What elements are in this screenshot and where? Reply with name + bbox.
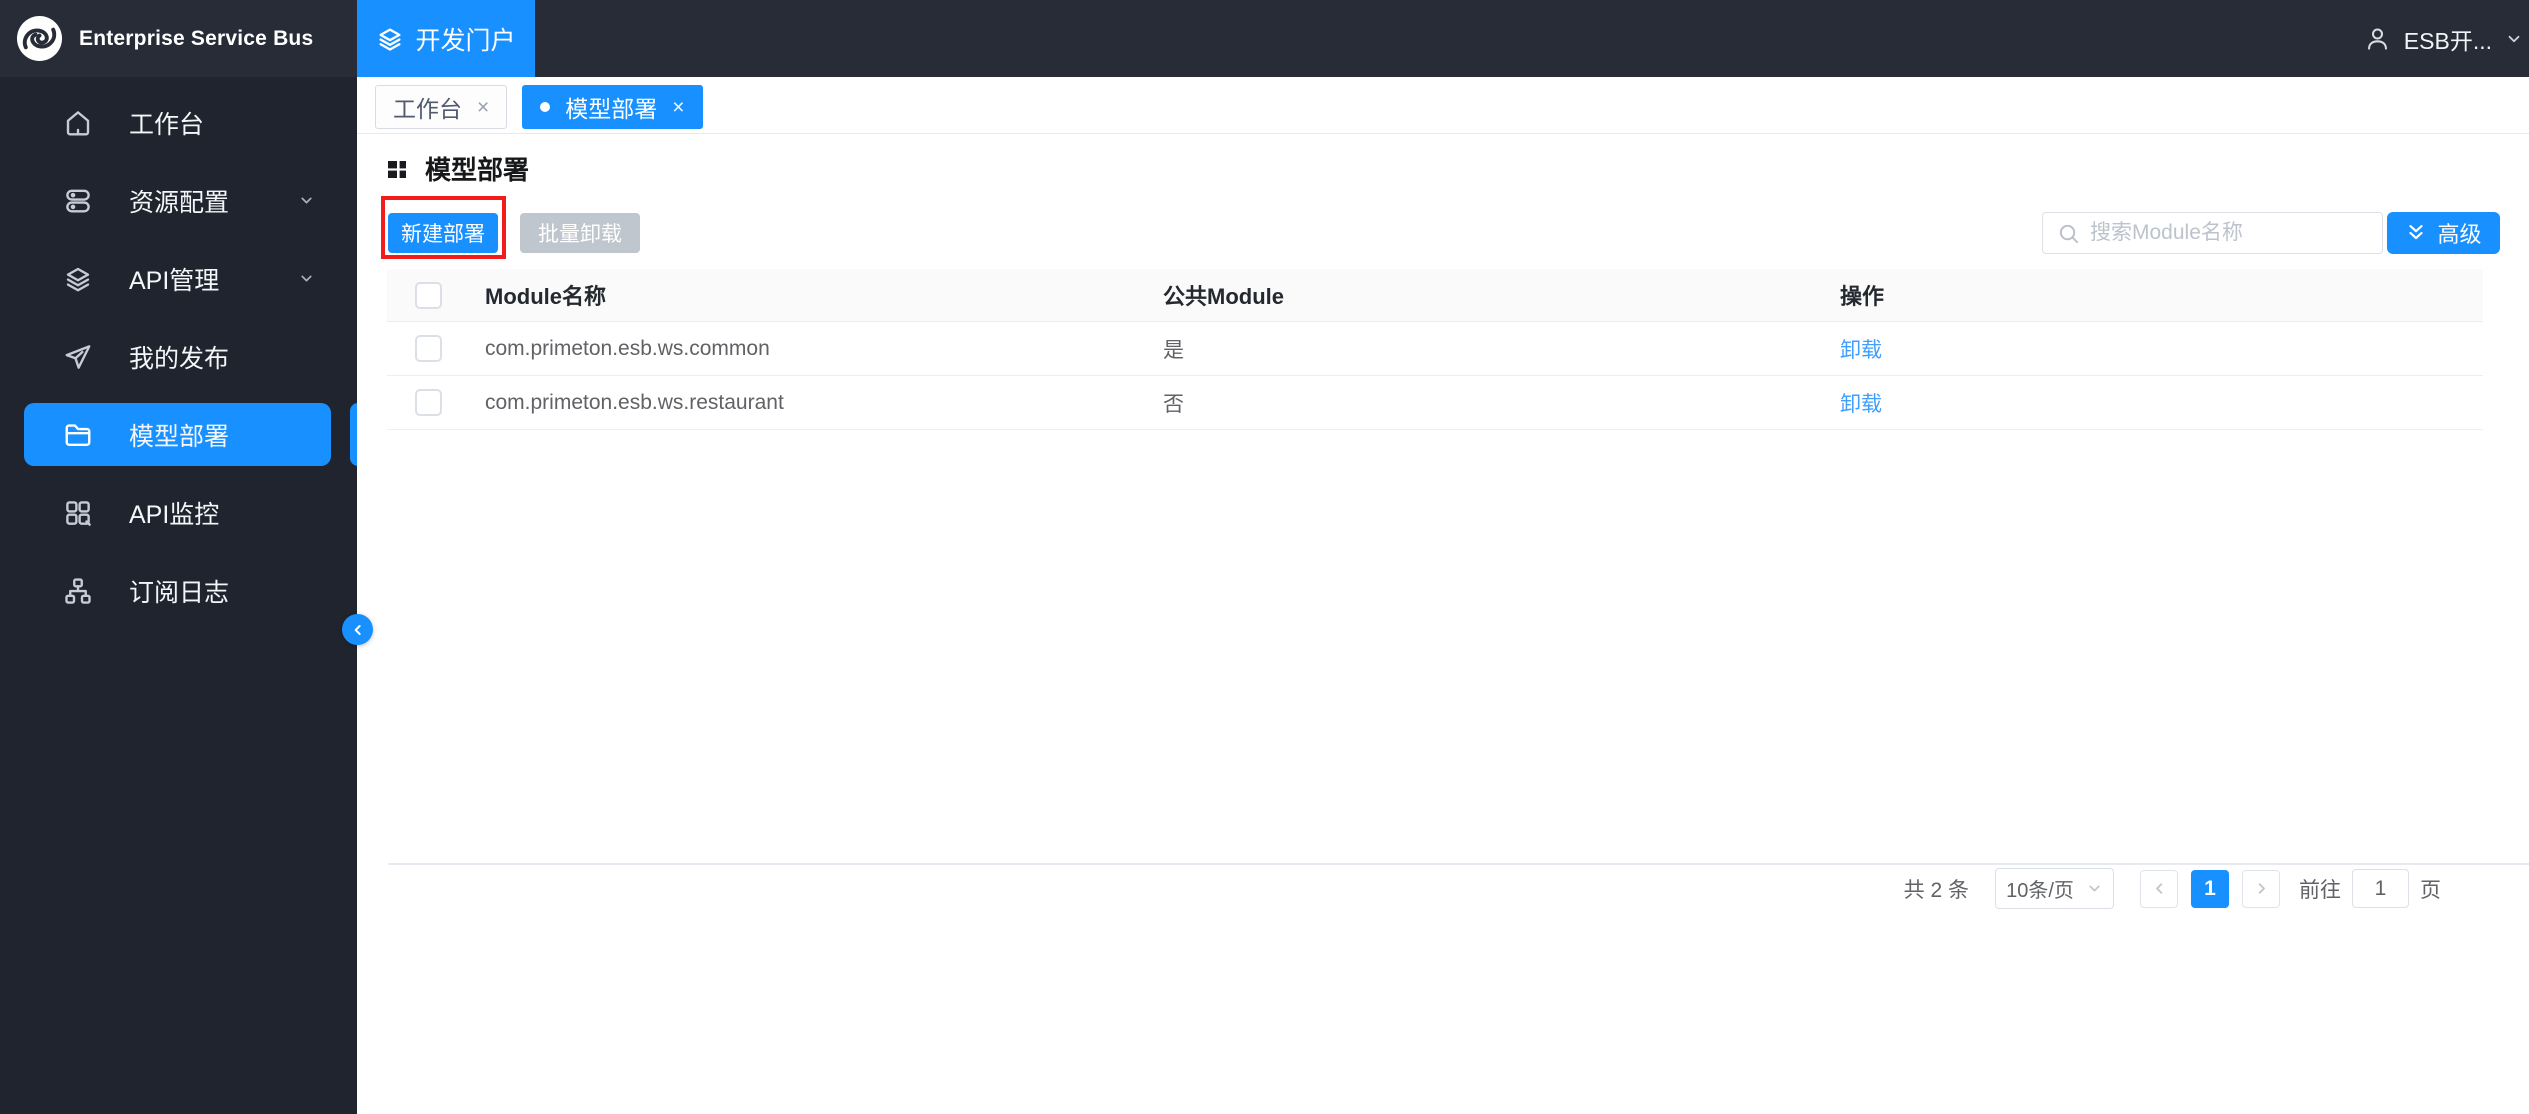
chevron-left-icon xyxy=(354,624,361,635)
prev-page-button[interactable] xyxy=(2140,869,2178,908)
open-tabs: 工作台 × 模型部署 × xyxy=(375,85,703,129)
page-size-select[interactable]: 10条/页 xyxy=(1995,868,2114,909)
portal-tab-label: 开发门户 xyxy=(415,26,516,55)
column-header-name: Module名称 xyxy=(485,284,606,309)
page-number-current[interactable]: 1 xyxy=(2191,869,2229,908)
sidebar-item-label: 工作台 xyxy=(129,110,205,139)
active-dot-icon xyxy=(540,102,551,112)
tab-workbench[interactable]: 工作台 × xyxy=(375,85,508,129)
module-public: 是 xyxy=(1163,338,1184,362)
chevron-down-icon xyxy=(301,275,312,282)
chevron-down-icon xyxy=(2508,35,2520,42)
sidebar-item-label: 模型部署 xyxy=(129,422,230,451)
table-row: com.primeton.esb.ws.restaurant 否 卸载 xyxy=(387,376,2483,430)
user-icon xyxy=(2367,28,2387,50)
page-unit-label: 页 xyxy=(2420,878,2441,902)
tab-model-deploy[interactable]: 模型部署 × xyxy=(522,85,703,129)
unload-link[interactable]: 卸载 xyxy=(1840,339,1882,362)
brand: Enterprise Service Bus xyxy=(0,15,357,62)
advanced-search-button[interactable]: 高级 xyxy=(2387,212,2500,254)
portal-tab[interactable]: 开发门户 xyxy=(357,0,535,77)
module-name: com.primeton.esb.ws.restaurant xyxy=(485,390,784,414)
goto-label: 前往 xyxy=(2299,878,2341,902)
search-icon xyxy=(2059,224,2079,243)
folder-icon xyxy=(65,423,91,446)
app-logo-icon xyxy=(16,15,63,62)
sidebar-item-label: API监控 xyxy=(129,500,220,529)
sidebar-item-subscription-log[interactable]: 订阅日志 xyxy=(0,559,357,622)
table-row: com.primeton.esb.ws.common 是 卸载 xyxy=(387,322,2483,376)
row-checkbox[interactable] xyxy=(415,335,442,362)
layers-icon xyxy=(66,267,90,291)
unload-link[interactable]: 卸载 xyxy=(1840,393,1882,416)
column-header-public: 公共Module xyxy=(1163,284,1284,309)
sitemap-icon xyxy=(65,577,91,604)
user-name: ESB开... xyxy=(2403,27,2492,54)
page-title: 模型部署 xyxy=(425,155,530,185)
close-icon[interactable]: × xyxy=(477,97,489,118)
sidebar-item-label: 我的发布 xyxy=(129,344,230,373)
sidebar-item-api-management[interactable]: API管理 xyxy=(0,247,357,310)
close-icon[interactable]: × xyxy=(672,97,684,118)
sidebar-item-my-releases[interactable]: 我的发布 xyxy=(0,325,357,388)
sidebar-item-resources[interactable]: 资源配置 xyxy=(0,169,357,232)
brand-title: Enterprise Service Bus xyxy=(79,26,314,50)
chevron-left-icon xyxy=(2155,883,2162,894)
sidebar-item-model-deploy[interactable]: 模型部署 xyxy=(24,403,357,466)
pagination: 共 2 条 10条/页 1 前往 页 xyxy=(1904,866,2441,911)
total-count: 共 2 条 xyxy=(1903,878,1969,902)
module-public: 否 xyxy=(1163,392,1184,416)
monitor-grid-icon xyxy=(66,500,91,526)
next-page-button[interactable] xyxy=(2242,869,2280,908)
send-icon xyxy=(65,344,91,369)
page-size-value: 10条/页 xyxy=(2006,880,2074,902)
table-header-row: Module名称 公共Module 操作 xyxy=(387,269,2483,322)
topbar: Enterprise Service Bus 开发门户 ESB开... xyxy=(0,0,2529,77)
page-header: 模型部署 xyxy=(385,150,529,187)
chevron-right-icon xyxy=(2258,883,2265,894)
chevron-down-icon xyxy=(301,197,312,204)
apps-grid-icon xyxy=(388,160,406,178)
sidebar-collapse-button[interactable] xyxy=(342,614,373,645)
search-input[interactable] xyxy=(2090,221,2368,245)
module-name: com.primeton.esb.ws.common xyxy=(485,336,770,360)
sidebar-item-workbench[interactable]: 工作台 xyxy=(0,91,357,154)
chevron-down-icon xyxy=(2089,885,2100,892)
select-all-checkbox[interactable] xyxy=(415,281,442,309)
module-table: Module名称 公共Module 操作 com.primeton.esb.ws… xyxy=(387,269,2483,430)
module-search[interactable] xyxy=(2042,212,2383,254)
row-checkbox[interactable] xyxy=(415,389,442,416)
double-chevron-down-icon xyxy=(2409,225,2424,240)
sidebar-item-label: 资源配置 xyxy=(129,188,230,217)
sidebar-item-label: 订阅日志 xyxy=(129,578,230,607)
home-icon xyxy=(66,110,90,135)
column-header-action: 操作 xyxy=(1840,284,1885,309)
sidebar: 工作台 资源配置 API管理 我的发布 模型部署 API监控 订阅日志 xyxy=(0,77,357,1114)
layers-icon xyxy=(379,28,401,51)
advanced-button-label: 高级 xyxy=(2437,222,2482,247)
divider xyxy=(388,863,2529,865)
new-deploy-button[interactable]: 新建部署 xyxy=(388,213,498,253)
server-icon xyxy=(66,189,90,212)
tab-label: 工作台 xyxy=(393,96,462,122)
user-menu[interactable]: ESB开... xyxy=(2364,22,2529,56)
divider xyxy=(357,133,2529,134)
sidebar-item-api-monitor[interactable]: API监控 xyxy=(0,481,357,544)
batch-unload-button[interactable]: 批量卸载 xyxy=(520,213,640,253)
main-content: 工作台 × 模型部署 × 模型部署 新建部署 批量卸载 高 xyxy=(357,77,2529,1114)
goto-page-input[interactable] xyxy=(2352,869,2409,908)
sidebar-item-label: API管理 xyxy=(129,266,220,295)
tab-label: 模型部署 xyxy=(565,96,658,122)
